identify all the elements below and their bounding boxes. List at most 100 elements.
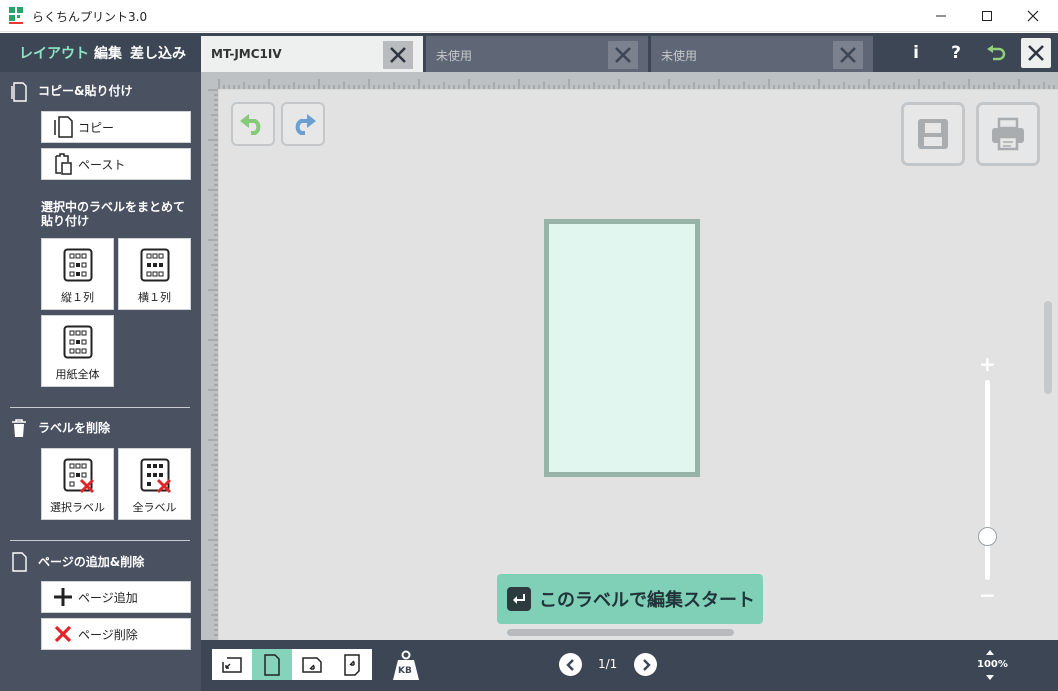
mode-tab-edit[interactable]: 編集 — [94, 43, 122, 63]
page-indicator: 1/1 — [598, 657, 618, 671]
delete-all-label: 全ラベル — [132, 501, 177, 514]
start-editing-button[interactable]: このラベルで編集スタート — [497, 574, 763, 624]
close-icon — [1028, 45, 1044, 61]
horizontal-ruler — [201, 72, 1058, 89]
zoom-in-button[interactable]: + — [979, 352, 996, 376]
view-orientation-group — [212, 649, 372, 680]
app-logo-icon — [9, 7, 23, 24]
document-tab-3[interactable]: 未使用 — [651, 36, 873, 72]
close-window-button[interactable] — [1010, 0, 1056, 32]
close-tab-button[interactable] — [608, 41, 638, 69]
close-icon — [840, 47, 856, 63]
label-workspace[interactable]: このラベルで編集スタート + − — [219, 90, 1058, 640]
redo-button[interactable] — [281, 102, 325, 146]
enter-key-icon — [507, 587, 531, 611]
portrait-view-button[interactable] — [252, 649, 292, 680]
close-app-button[interactable] — [1021, 38, 1051, 68]
document-tab-1[interactable]: MT-JMC1IV — [201, 36, 423, 72]
chevron-right-icon — [642, 658, 651, 671]
label-preview[interactable] — [544, 219, 700, 477]
delete-section-title: ラベルを削除 — [38, 421, 111, 435]
rotate-page-icon — [344, 653, 360, 676]
paste-horizontal-label: 横１列 — [138, 291, 171, 304]
vertical-scrollbar[interactable] — [1044, 301, 1052, 394]
mode-tab-merge[interactable]: 差し込み — [130, 43, 186, 63]
paste-button[interactable]: ペースト — [41, 148, 191, 180]
paste-vertical-label: 縦１列 — [61, 291, 94, 304]
return-arrow-icon — [987, 45, 1006, 61]
grid-row-icon — [140, 248, 170, 282]
weight-kb-button[interactable]: KB — [391, 649, 421, 683]
copy-icon — [54, 116, 73, 138]
canvas-area: このラベルで編集スタート + − — [201, 72, 1058, 640]
zoom-slider-track[interactable] — [985, 380, 990, 580]
undo-button[interactable] — [231, 102, 275, 146]
paste-horizontal-row-button[interactable]: 横１列 — [118, 238, 191, 310]
rotate-right-view-button[interactable] — [292, 649, 332, 680]
delete-page-label: ページ削除 — [78, 627, 138, 642]
save-disk-icon — [918, 119, 948, 149]
print-button[interactable] — [976, 102, 1040, 166]
paste-whole-sheet-button[interactable]: 用紙全体 — [41, 315, 114, 387]
mode-tab-layout[interactable]: レイアウト — [19, 43, 89, 63]
paste-whole-label: 用紙全体 — [55, 368, 100, 381]
trash-icon — [12, 419, 26, 437]
zoom-down-arrow-icon[interactable] — [985, 674, 995, 682]
next-page-button[interactable] — [634, 653, 657, 676]
document-tab-2[interactable]: 未使用 — [426, 36, 648, 72]
zoom-out-button[interactable]: − — [979, 583, 996, 607]
page-section-title: ページの追加&削除 — [38, 555, 145, 569]
rotate-left-view-button[interactable] — [212, 649, 252, 680]
document-tab-label: 未使用 — [436, 49, 473, 63]
redo-icon — [295, 114, 316, 135]
horizontal-scrollbar[interactable] — [507, 629, 734, 636]
grid-full-icon — [63, 325, 93, 359]
page-portrait-icon — [264, 653, 280, 676]
layout-sidebar: コピー&貼り付け コピー ペースト 選択中のラベルをまとめて 貼り付け 縦１列 — [0, 72, 201, 691]
start-editing-label: このラベルで編集スタート — [539, 590, 755, 611]
bulk-paste-title-line2: 貼り付け — [41, 214, 90, 228]
flip-view-button[interactable] — [332, 649, 372, 680]
minimize-icon — [936, 15, 946, 17]
bulk-paste-title-line1: 選択中のラベルをまとめて — [41, 200, 186, 214]
close-tab-button[interactable] — [833, 41, 863, 69]
save-button[interactable] — [901, 102, 965, 166]
copy-section-title: コピー&貼り付け — [38, 84, 133, 98]
window-title: らくちんプリント3.0 — [32, 10, 148, 24]
add-page-button[interactable]: ページ追加 — [41, 581, 191, 613]
zoom-level-label[interactable]: 100% — [977, 659, 1008, 670]
sidebar-divider — [10, 540, 190, 541]
info-button[interactable]: i — [900, 37, 932, 69]
copy-button[interactable]: コピー — [41, 111, 191, 143]
close-icon — [390, 47, 406, 63]
rotate-left-icon — [222, 656, 242, 673]
delete-all-labels-button[interactable]: 全ラベル — [118, 448, 191, 520]
close-icon — [1027, 10, 1039, 22]
main-toolbar: レイアウト 編集 差し込み MT-JMC1IV 未使用 未使用 i ? — [0, 33, 1058, 72]
help-icon: ? — [951, 43, 961, 63]
page-icon — [12, 552, 27, 572]
paste-button-label: ペースト — [78, 157, 126, 172]
previous-page-button[interactable] — [559, 653, 582, 676]
return-button[interactable] — [980, 37, 1012, 69]
paste-vertical-column-button[interactable]: 縦１列 — [41, 238, 114, 310]
printer-icon — [992, 117, 1024, 151]
title-bar: らくちんプリント3.0 — [0, 0, 1058, 32]
paste-icon — [55, 153, 72, 175]
delete-selected-icon — [63, 458, 95, 494]
close-tab-button[interactable] — [383, 41, 413, 69]
help-button[interactable]: ? — [940, 37, 972, 69]
info-icon: i — [913, 43, 919, 63]
delete-all-icon — [140, 458, 172, 494]
maximize-button[interactable] — [964, 0, 1010, 32]
kb-label: KB — [398, 666, 412, 676]
zoom-up-arrow-icon[interactable] — [985, 648, 995, 656]
delete-page-button[interactable]: ページ削除 — [41, 618, 191, 650]
document-tab-label: MT-JMC1IV — [211, 47, 282, 61]
red-x-icon — [54, 625, 72, 643]
minimize-button[interactable] — [918, 0, 964, 32]
zoom-slider-handle[interactable] — [978, 527, 997, 546]
sidebar-divider — [10, 407, 190, 408]
delete-selected-label-button[interactable]: 選択ラベル — [41, 448, 114, 520]
app-window: らくちんプリント3.0 レイアウト 編集 差し込み MT-JMC1IV 未使用 — [0, 0, 1058, 691]
